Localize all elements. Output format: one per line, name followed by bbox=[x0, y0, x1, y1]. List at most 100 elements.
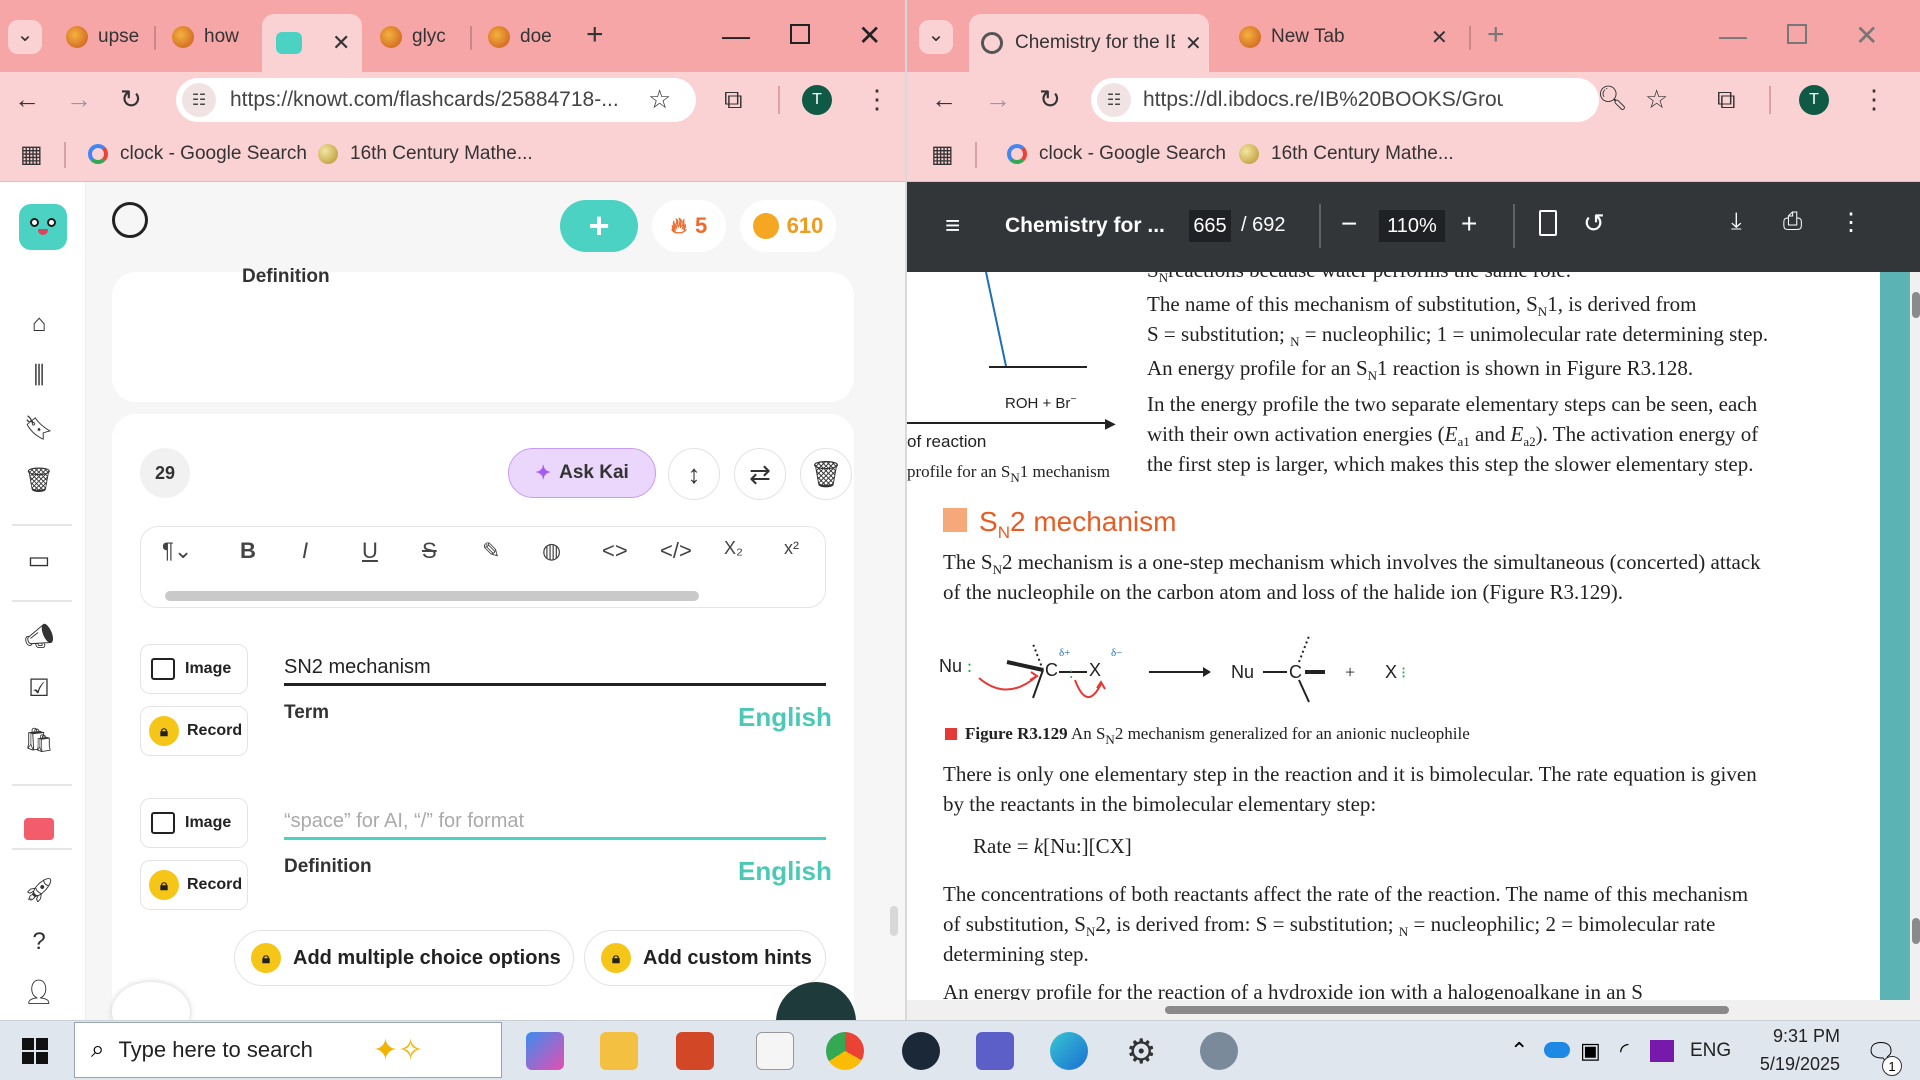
classroom-icon[interactable]: ▭ bbox=[22, 546, 56, 575]
maximize-icon[interactable] bbox=[1787, 24, 1807, 44]
highlight-icon[interactable]: ✎ bbox=[482, 538, 500, 564]
chrome-icon[interactable] bbox=[826, 1032, 864, 1070]
reload-icon[interactable]: ↻ bbox=[1039, 84, 1061, 114]
close-window-icon[interactable]: ✕ bbox=[858, 22, 881, 50]
tab-search-button[interactable]: ⌄ bbox=[919, 20, 953, 54]
apps-grid-icon[interactable]: ▦ bbox=[20, 140, 43, 170]
vertical-scrollbar-track[interactable] bbox=[1910, 272, 1920, 1020]
new-tab-plus-icon[interactable]: + bbox=[586, 20, 604, 50]
add-custom-hints-button[interactable]: 🔒︎ Add custom hints bbox=[584, 930, 826, 986]
onedrive-icon[interactable] bbox=[1544, 1042, 1570, 1058]
edge-icon[interactable] bbox=[1050, 1032, 1088, 1070]
strikethrough-icon[interactable]: S bbox=[422, 538, 437, 564]
bold-icon[interactable]: B bbox=[240, 538, 256, 564]
clock-date[interactable]: 5/19/2025 bbox=[1740, 1054, 1840, 1075]
rotate-icon[interactable]: ↺ bbox=[1583, 208, 1605, 239]
bookmark-16th-century[interactable]: 16th Century Mathe... bbox=[1239, 143, 1454, 165]
profile-icon[interactable]: 👤︎ bbox=[22, 978, 56, 1007]
reload-icon[interactable]: ↻ bbox=[120, 84, 142, 114]
bookmark-16th-century[interactable]: 16th Century Mathe... bbox=[318, 143, 533, 165]
streak-badge[interactable]: 🔥︎ 5 bbox=[652, 200, 726, 252]
download-icon[interactable]: ⤓ bbox=[1731, 208, 1742, 236]
term-language-select[interactable]: English bbox=[738, 702, 832, 733]
profile-avatar[interactable]: T bbox=[1799, 85, 1829, 115]
menu-dots-icon[interactable]: ⋮ bbox=[1861, 84, 1887, 114]
bookmark-clock[interactable]: clock - Google Search bbox=[88, 143, 307, 165]
file-explorer-icon[interactable] bbox=[600, 1032, 638, 1070]
ask-kai-button[interactable]: ✦ Ask Kai bbox=[508, 448, 656, 498]
help-icon[interactable]: ? bbox=[22, 928, 56, 956]
back-icon[interactable]: ← bbox=[14, 84, 40, 114]
home-icon[interactable]: ⌂ bbox=[22, 310, 56, 338]
knowt-logo[interactable] bbox=[19, 204, 67, 250]
underline-icon[interactable]: U bbox=[362, 538, 378, 564]
horizontal-scrollbar-track[interactable] bbox=[907, 1000, 1910, 1020]
bookmark-star-icon[interactable]: ☆ bbox=[648, 84, 671, 114]
forward-icon[interactable]: → bbox=[66, 84, 92, 114]
more-options-icon[interactable]: ⋮ bbox=[1839, 208, 1863, 237]
delete-icon[interactable]: 🗑︎ bbox=[800, 448, 852, 500]
address-bar[interactable]: ☷ https://knowt.com/flashcards/25884718-… bbox=[176, 78, 696, 122]
minimize-icon[interactable]: — bbox=[722, 22, 750, 50]
address-bar[interactable]: ☷ https://dl.ibdocs.re/IB%20BOOKS/Group%… bbox=[1091, 78, 1599, 122]
sidebar-menu-icon[interactable]: ≡ bbox=[945, 210, 960, 241]
rocket-icon[interactable]: 🚀︎ bbox=[22, 876, 56, 905]
trash-icon[interactable]: 🗑︎ bbox=[22, 466, 56, 495]
tab-glyc[interactable]: glyc bbox=[366, 14, 466, 60]
superscript-icon[interactable]: x² bbox=[784, 538, 799, 559]
term-image-button[interactable]: Image bbox=[140, 644, 248, 694]
code-block-icon[interactable]: </> bbox=[660, 538, 692, 564]
tab-search-button[interactable]: ⌄ bbox=[8, 20, 42, 54]
definition-language-select[interactable]: English bbox=[738, 856, 832, 887]
search-icon[interactable] bbox=[112, 202, 148, 238]
app-globe-icon[interactable] bbox=[1200, 1032, 1238, 1070]
device-icon[interactable]: ▣ bbox=[1580, 1038, 1601, 1064]
vertical-scrollbar-thumb-2[interactable] bbox=[1912, 918, 1920, 944]
checklist-icon[interactable]: ☑ bbox=[22, 674, 56, 703]
teams-icon[interactable] bbox=[976, 1032, 1014, 1070]
back-icon[interactable]: ← bbox=[931, 84, 957, 114]
menu-dots-icon[interactable]: ⋮ bbox=[864, 84, 890, 114]
zoom-out-icon[interactable]: − bbox=[1341, 208, 1357, 240]
tab-how[interactable]: how bbox=[158, 14, 258, 60]
fit-page-icon[interactable] bbox=[1539, 210, 1557, 236]
bookmark-clock[interactable]: clock - Google Search bbox=[1007, 143, 1226, 165]
powerpoint-icon[interactable] bbox=[676, 1032, 714, 1070]
wifi-icon[interactable]: ◜ bbox=[1620, 1038, 1629, 1064]
inline-code-icon[interactable]: <> bbox=[602, 538, 628, 564]
horizontal-scrollbar-thumb[interactable] bbox=[1165, 1006, 1729, 1014]
create-plus-button[interactable]: + bbox=[560, 200, 638, 252]
term-input[interactable]: SN2 mechanism bbox=[284, 656, 826, 686]
forward-icon[interactable]: → bbox=[985, 84, 1011, 114]
apps-grid-icon[interactable]: ▦ bbox=[931, 140, 954, 170]
site-info-icon[interactable]: ☷ bbox=[182, 83, 216, 117]
subscript-icon[interactable]: X₂ bbox=[724, 538, 743, 559]
paragraph-icon[interactable]: ¶⌄ bbox=[162, 538, 192, 564]
close-tab-icon[interactable]: ✕ bbox=[1431, 25, 1448, 50]
new-tab-plus-icon[interactable]: + bbox=[1487, 20, 1505, 50]
show-hidden-icons-chevron[interactable]: ⌃ bbox=[1510, 1038, 1528, 1064]
definition-input[interactable]: “space” for AI, “/” for format bbox=[284, 810, 826, 840]
knowt-scrollbar[interactable] bbox=[890, 906, 898, 936]
term-record-button[interactable]: 🔒︎ Record bbox=[140, 706, 248, 756]
zoom-in-icon[interactable]: + bbox=[1461, 208, 1477, 240]
format-toolbar-scrollbar[interactable] bbox=[165, 591, 699, 601]
tab-new-tab[interactable]: New Tab ✕ bbox=[1225, 14, 1465, 60]
site-info-icon[interactable]: ☷ bbox=[1097, 83, 1131, 117]
vertical-scrollbar-thumb[interactable] bbox=[1912, 292, 1920, 318]
windows-start-icon[interactable] bbox=[22, 1038, 48, 1064]
language-indicator[interactable]: ENG bbox=[1690, 1040, 1731, 1062]
print-icon[interactable]: ⎙ bbox=[1783, 208, 1802, 236]
bookmark-icon[interactable]: 🔖︎ bbox=[22, 414, 56, 443]
extensions-icon[interactable]: ⧉ bbox=[724, 84, 743, 114]
settings-gear-icon[interactable]: ⚙ bbox=[1126, 1032, 1156, 1072]
definition-image-button[interactable]: Image bbox=[140, 798, 248, 848]
definition-record-button[interactable]: 🔒︎ Record bbox=[140, 860, 248, 910]
minimize-icon[interactable]: — bbox=[1719, 22, 1747, 50]
page-number-input[interactable]: 665 bbox=[1189, 210, 1231, 242]
megaphone-icon[interactable]: 📣︎ bbox=[22, 622, 56, 651]
italic-icon[interactable]: I bbox=[302, 538, 308, 564]
profile-avatar[interactable]: T bbox=[802, 85, 832, 115]
shop-icon[interactable]: 🛍︎ bbox=[22, 726, 56, 755]
blank-document-icon[interactable] bbox=[756, 1032, 794, 1070]
